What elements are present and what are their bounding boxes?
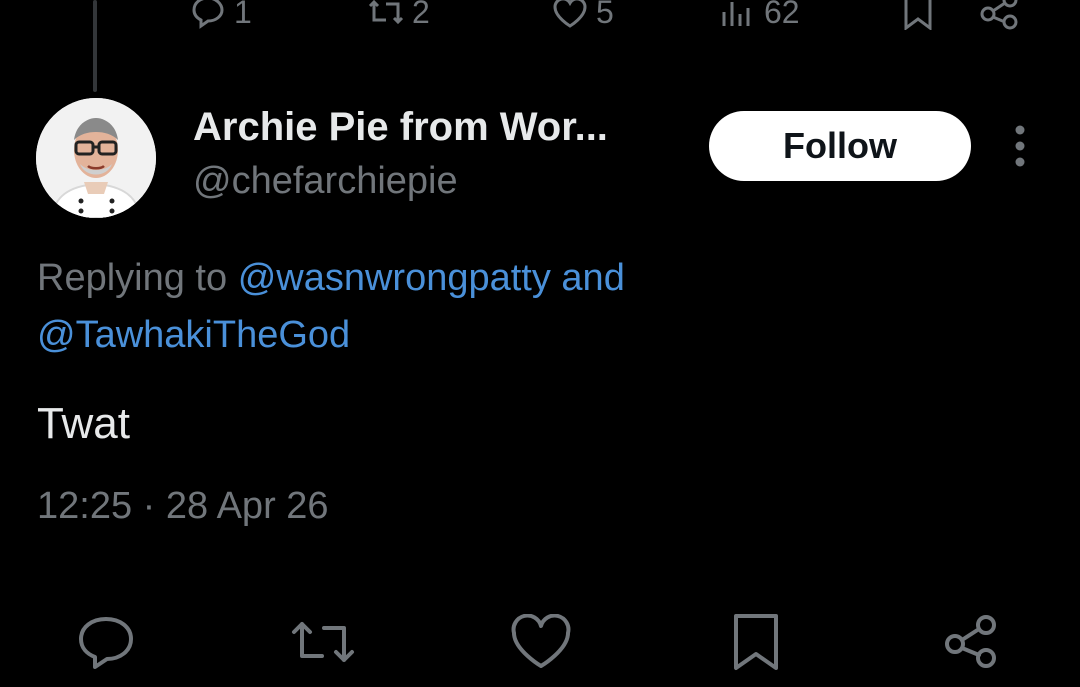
tweet-text: Twat [37,399,130,448]
bookmark-icon[interactable] [730,612,782,672]
avatar-image [36,98,156,218]
mention-link[interactable]: @wasnwrongpatty [238,257,551,299]
like-icon [553,0,587,28]
tweet-timestamp[interactable]: 12:25 · 28 Apr 26 [37,480,329,532]
more-icon [1015,125,1025,167]
parent-reply-button[interactable]: 1 [188,0,252,34]
replying-to: Replying to @wasnwrongpatty and @Tawhaki… [37,250,1037,364]
parent-tweet-actions: 1 2 5 62 [0,0,1080,34]
parent-bookmark-button[interactable] [898,0,938,30]
repost-icon [368,0,404,25]
reply-icon [192,0,224,29]
reply-icon[interactable] [76,614,136,670]
parent-reply-count: 1 [234,0,252,30]
parent-like-count: 5 [596,0,614,30]
repost-icon[interactable] [290,616,356,668]
parent-repost-count: 2 [412,0,430,30]
replying-to-label: Replying to [37,257,228,299]
views-icon [722,2,750,26]
thread-connector-line [93,0,97,92]
parent-views-button[interactable]: 62 [718,0,800,34]
author-handle[interactable]: @chefarchiepie [193,158,458,204]
parent-share-button[interactable] [978,0,1022,30]
follow-button[interactable]: Follow [709,111,971,181]
author-name[interactable]: Archie Pie from Wor... [193,103,608,151]
share-icon[interactable] [942,612,1000,670]
like-icon[interactable] [510,614,572,670]
share-icon [980,0,1018,30]
replying-to-and: and [561,257,625,299]
parent-like-button[interactable]: 5 [550,0,614,34]
bookmark-icon [904,0,932,30]
mention-link[interactable]: @TawhakiTheGod [37,314,350,356]
avatar[interactable] [36,98,156,218]
more-options-button[interactable] [1004,124,1036,168]
parent-repost-button[interactable]: 2 [366,0,430,34]
parent-views-count: 62 [764,0,800,30]
